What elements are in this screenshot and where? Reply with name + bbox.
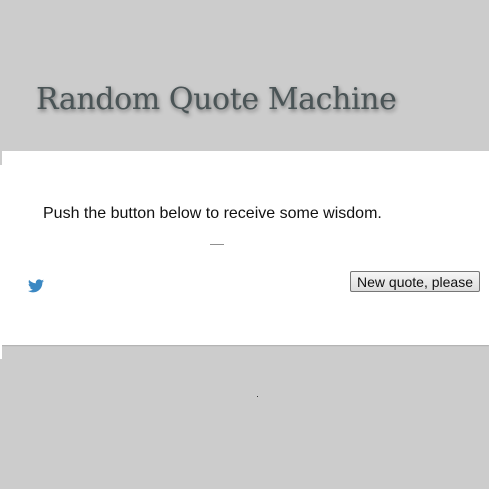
divider	[0, 151, 2, 165]
twitter-bird-icon	[28, 279, 44, 293]
divider	[0, 345, 2, 359]
decorative-dot	[257, 396, 258, 397]
tweet-quote-button[interactable]	[28, 279, 44, 293]
new-quote-button[interactable]: New quote, please	[350, 271, 480, 292]
quote-text: Push the button below to receive some wi…	[43, 205, 382, 222]
quote-author: —	[210, 235, 224, 251]
page: Random Quote Machine Push the button bel…	[0, 0, 489, 489]
page-title: Random Quote Machine	[36, 82, 397, 117]
quote-box: Push the button below to receive some wi…	[0, 151, 489, 359]
